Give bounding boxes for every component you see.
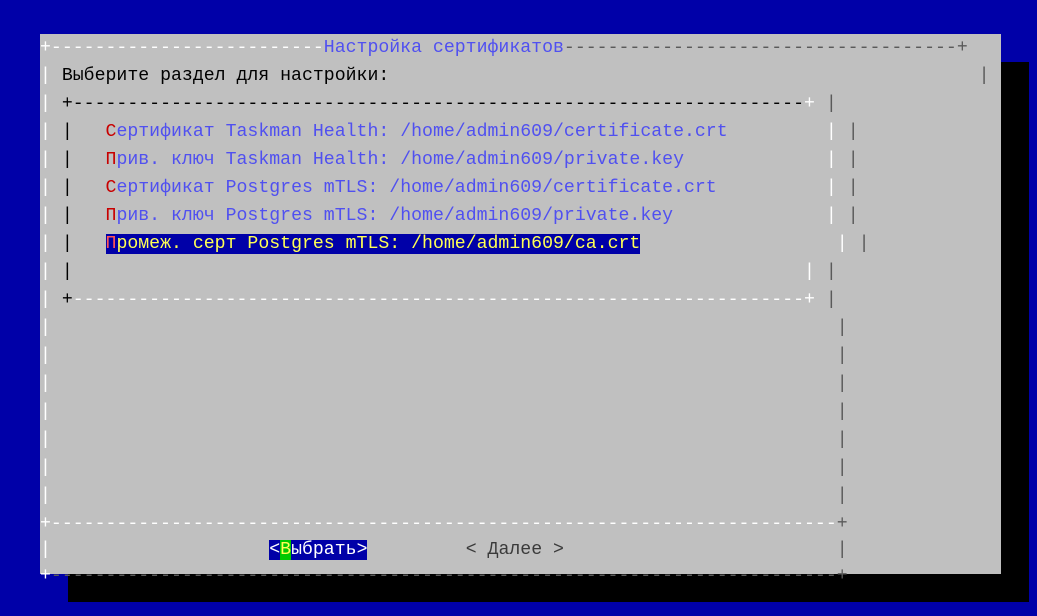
menu-item-taskman-private-key[interactable]: Прив. ключ Taskman Health: /home/admin60… [106, 150, 684, 170]
dialog-empty-row: | | [40, 346, 848, 366]
menu-row: | | Сертификат Taskman Health: /home/adm… [40, 122, 859, 142]
dialog-title: Настройка сертификатов [323, 38, 564, 58]
menu-row: | | Прив. ключ Taskman Health: /home/adm… [40, 150, 859, 170]
prompt-row: | Выберите раздел для настройки: | [40, 66, 990, 86]
buttons-separator: +---------------------------------------… [40, 514, 848, 534]
menu-row: | | Сертификат Postgres mTLS: /home/admi… [40, 178, 859, 198]
certificate-settings-dialog: +-------------------------Настройка серт… [40, 34, 1001, 586]
menu-row: | | Промеж. серт Postgres mTLS: /home/ad… [40, 234, 870, 254]
menu-item-taskman-certificate[interactable]: Сертификат Taskman Health: /home/admin60… [106, 122, 728, 142]
buttons-row: | <Выбрать> < Далее > | [40, 540, 848, 560]
menu-empty-row: | | | | [40, 262, 837, 282]
dialog-empty-row: | | [40, 402, 848, 422]
dialog-empty-row: | | [40, 374, 848, 394]
dialog-bottom-border: +---------------------------------------… [40, 566, 848, 586]
menu-box-top-border: | +-------------------------------------… [40, 94, 837, 114]
dialog-prompt: Выберите раздел для настройки: [61, 66, 390, 86]
dialog-empty-row: | | [40, 458, 848, 478]
dialog-empty-row: | | [40, 318, 848, 338]
dialog-top-border: +-------------------------Настройка серт… [40, 38, 968, 58]
dialog-empty-row: | | [40, 430, 848, 450]
menu-item-postgres-ca-cert-selected[interactable]: Промеж. серт Postgres mTLS: /home/admin6… [105, 234, 641, 254]
next-button[interactable]: < Далее > [466, 540, 564, 560]
menu-item-postgres-private-key[interactable]: Прив. ключ Postgres mTLS: /home/admin609… [106, 206, 674, 226]
menu-item-postgres-certificate[interactable]: Сертификат Postgres mTLS: /home/admin609… [106, 178, 717, 198]
dialog-empty-row: | | [40, 486, 848, 506]
menu-box-bottom-border: | +-------------------------------------… [40, 290, 837, 310]
menu-row: | | Прив. ключ Postgres mTLS: /home/admi… [40, 206, 859, 226]
select-button[interactable]: <Выбрать> [269, 540, 368, 560]
